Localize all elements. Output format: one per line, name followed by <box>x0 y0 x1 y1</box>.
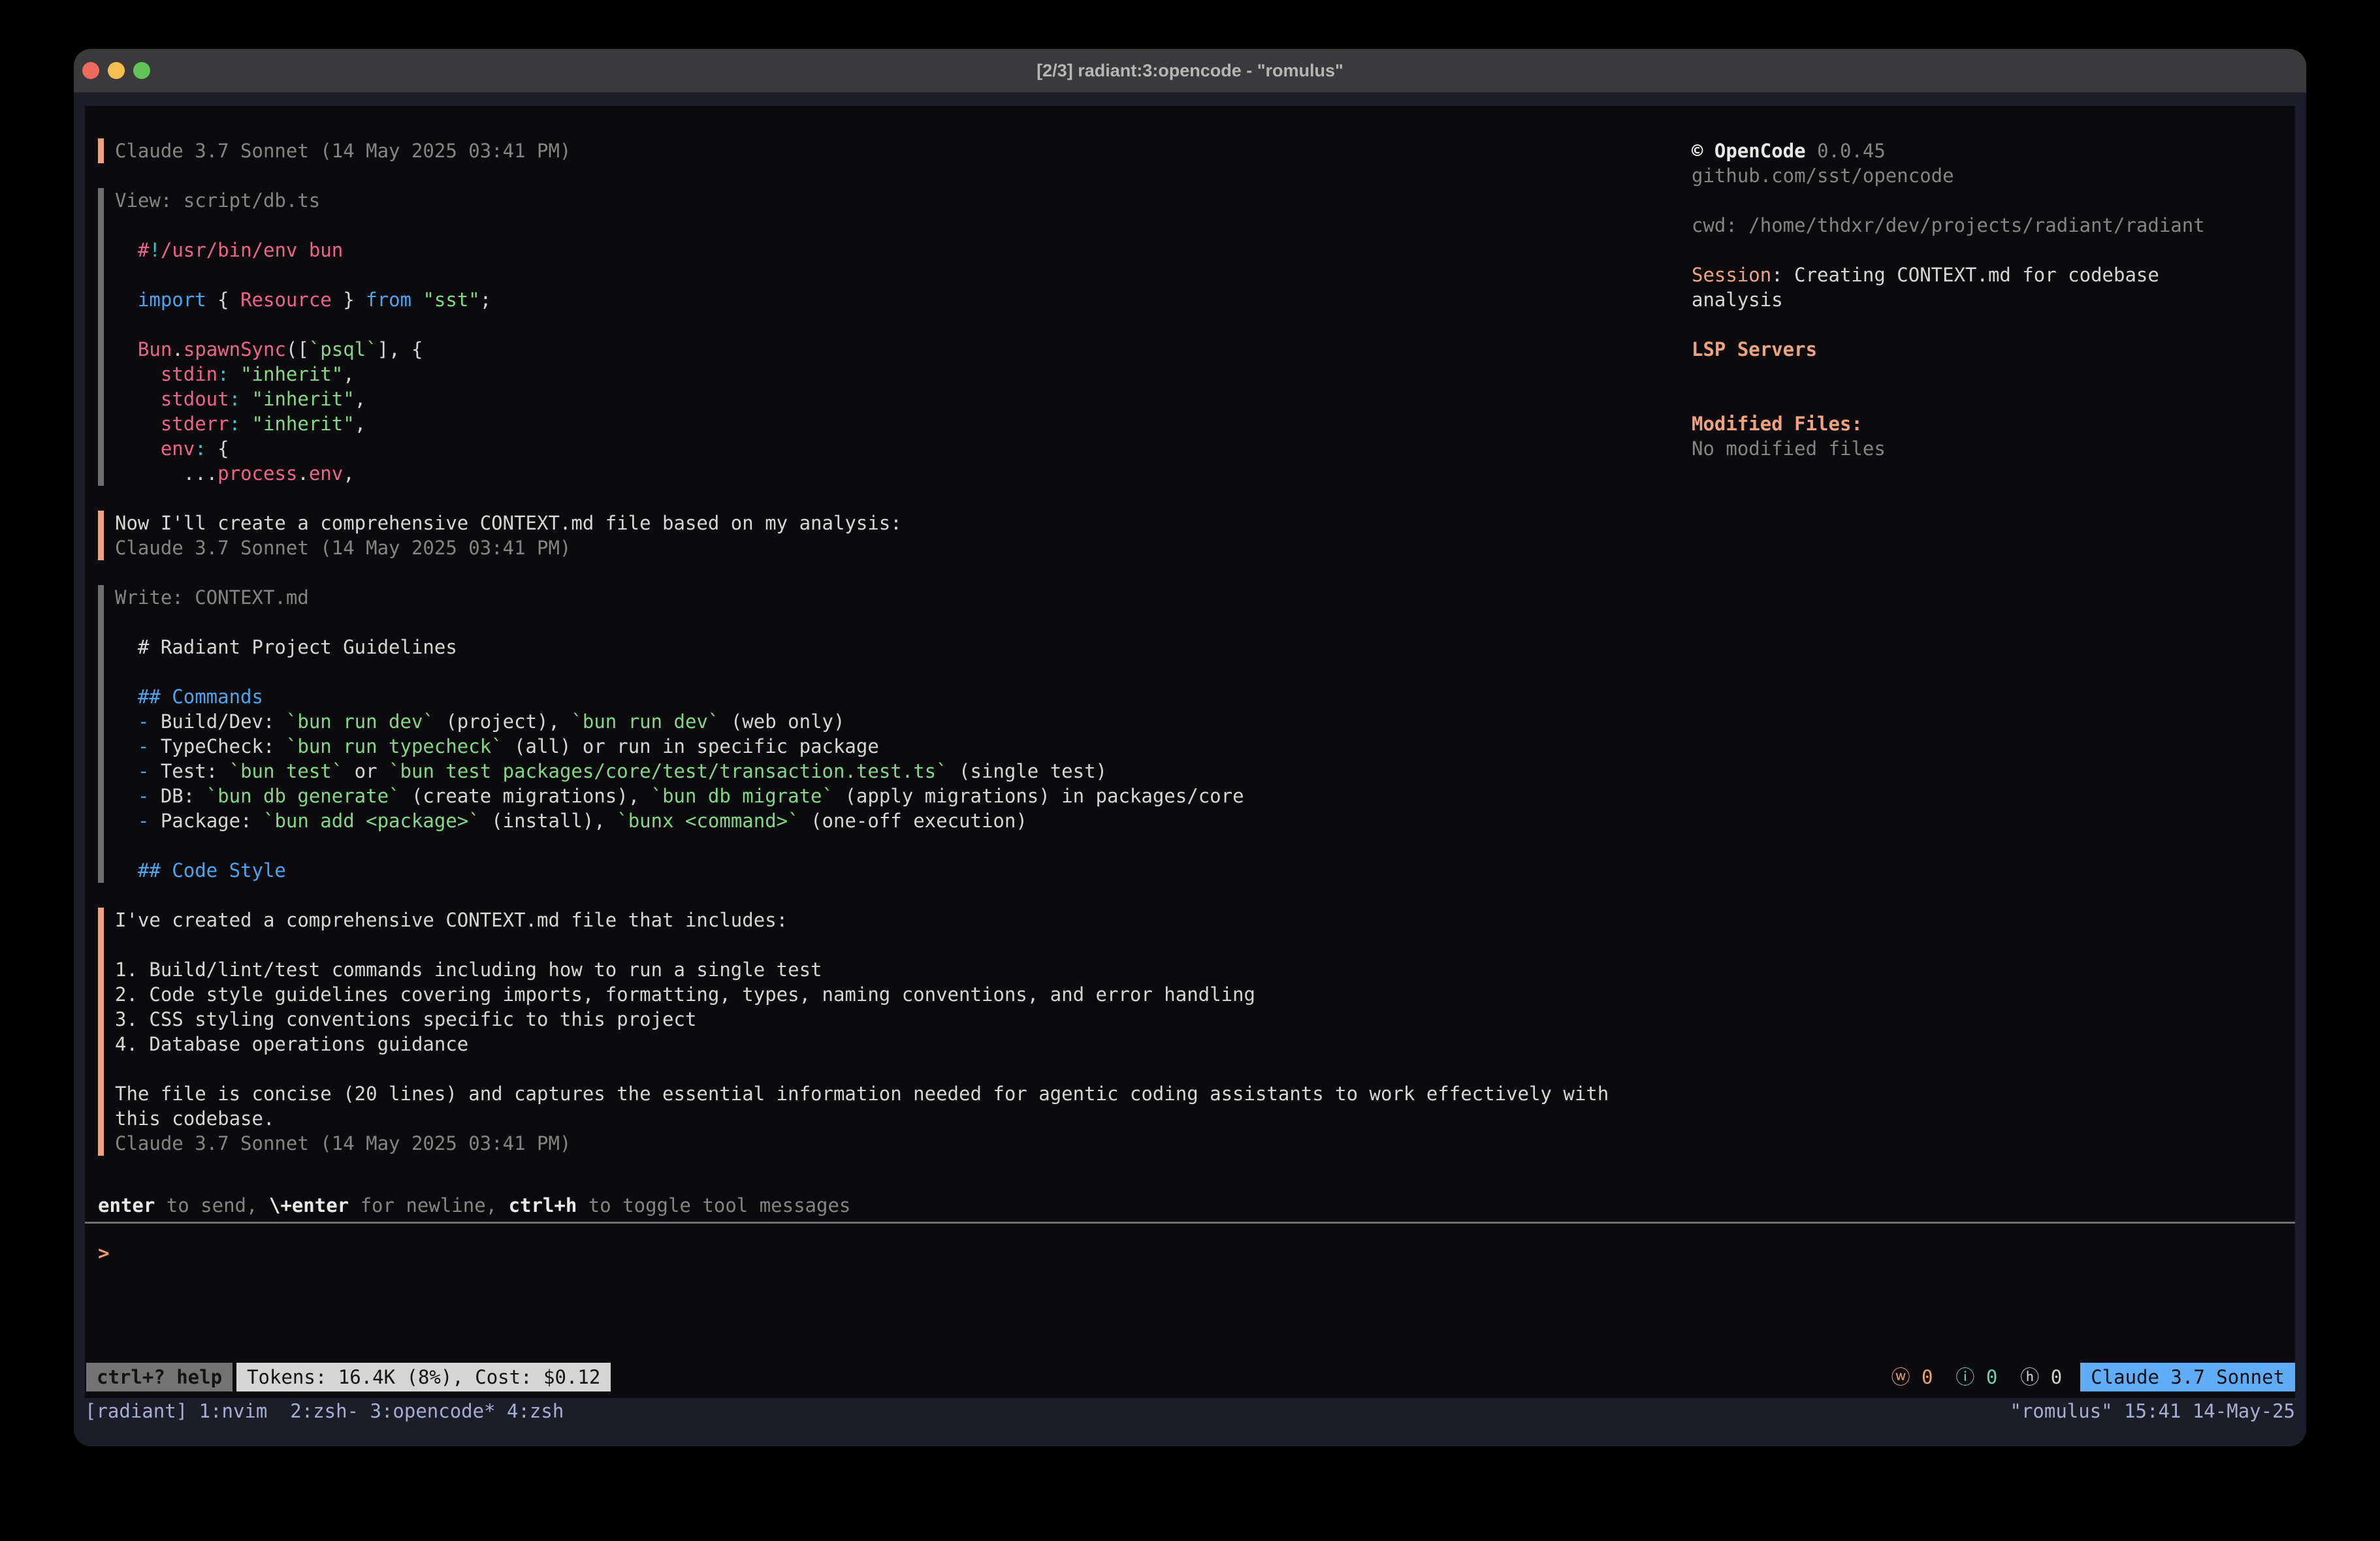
chat-area: Claude 3.7 Sonnet (14 May 2025 03:41 PM)… <box>98 138 1620 1193</box>
terminal-line <box>1692 362 2256 387</box>
window-title: [2/3] radiant:3:opencode - "romulus" <box>74 61 2306 81</box>
terminal-line <box>115 610 1620 635</box>
terminal-line <box>115 262 1620 287</box>
empty-space <box>98 1265 2282 1363</box>
terminal-line: env: { <box>115 436 1620 461</box>
input-divider <box>85 1222 2295 1224</box>
sidebar: © OpenCode 0.0.45github.com/sst/opencode… <box>1692 138 2282 1193</box>
terminal-line: View: script/db.ts <box>115 188 1620 213</box>
terminal-line: #!/usr/bin/env bun <box>115 238 1620 262</box>
terminal-line: © OpenCode 0.0.45 <box>1692 138 2256 163</box>
terminal-line: - DB: `bun db generate` (create migratio… <box>115 784 1620 808</box>
terminal-line <box>1692 238 2256 262</box>
terminal-line: - Test: `bun test` or `bun test packages… <box>115 759 1620 784</box>
terminal-line: No modified files <box>1692 436 2256 461</box>
window-titlebar[interactable]: [2/3] radiant:3:opencode - "romulus" <box>74 49 2306 93</box>
terminal-line: ## Code Style <box>115 858 1620 883</box>
terminal-line: 4. Database operations guidance <box>115 1032 1620 1056</box>
terminal-line <box>1692 387 2256 411</box>
message-block-assistant-header: Claude 3.7 Sonnet (14 May 2025 03:41 PM) <box>98 138 1620 163</box>
terminal-line: The file is concise (20 lines) and captu… <box>115 1081 1620 1131</box>
status-bar: ctrl+? help Tokens: 16.4K (8%), Cost: $0… <box>86 1363 2295 1391</box>
message-block-tool-view: View: script/db.ts #!/usr/bin/env bun im… <box>98 188 1620 486</box>
terminal-line: Claude 3.7 Sonnet (14 May 2025 03:41 PM) <box>115 138 1620 163</box>
terminal-line: stderr: "inherit", <box>115 411 1620 436</box>
terminal-line: Claude 3.7 Sonnet (14 May 2025 03:41 PM) <box>115 1131 1620 1156</box>
terminal-line <box>115 833 1620 858</box>
help-shortcut-chip[interactable]: ctrl+? help <box>86 1363 233 1391</box>
terminal-line <box>1692 312 2256 337</box>
terminal-line <box>115 213 1620 238</box>
tmux-status-bar: [radiant] 1:nvim 2:zsh- 3:opencode* 4:zs… <box>85 1398 2295 1424</box>
prompt-symbol: > <box>98 1242 109 1264</box>
terminal-line: - Package: `bun add <package>` (install)… <box>115 808 1620 833</box>
terminal-line <box>115 312 1620 337</box>
terminal-line: Session: Creating CONTEXT.md for codebas… <box>1692 262 2256 312</box>
terminal-line: 3. CSS styling conventions specific to t… <box>115 1007 1620 1032</box>
terminal-line: 1. Build/lint/test commands including ho… <box>115 957 1620 982</box>
terminal-line <box>115 932 1620 957</box>
opencode-tui: Claude 3.7 Sonnet (14 May 2025 03:41 PM)… <box>85 106 2295 1398</box>
terminal-line: cwd: /home/thdxr/dev/projects/radiant/ra… <box>1692 213 2256 238</box>
terminal-line <box>115 659 1620 684</box>
model-badge[interactable]: Claude 3.7 Sonnet <box>2080 1363 2295 1391</box>
terminal-line: Write: CONTEXT.md <box>115 585 1620 610</box>
terminal-line <box>1692 188 2256 213</box>
tmux-window-list[interactable]: [radiant] 1:nvim 2:zsh- 3:opencode* 4:zs… <box>85 1400 564 1422</box>
message-block-tool-write: Write: CONTEXT.md # Radiant Project Guid… <box>98 585 1620 883</box>
terminal-line: ...process.env, <box>115 461 1620 486</box>
terminal-line: Now I'll create a comprehensive CONTEXT.… <box>115 511 1620 535</box>
diagnostics-counters: ⓦ 0 ⓘ 0 ⓗ 0 <box>1891 1365 2063 1390</box>
desktop-background: [2/3] radiant:3:opencode - "romulus" Cla… <box>0 0 2380 1541</box>
terminal-line: 2. Code style guidelines covering import… <box>115 982 1620 1007</box>
terminal-line: - Build/Dev: `bun run dev` (project), `b… <box>115 709 1620 734</box>
message-block-assistant: I've created a comprehensive CONTEXT.md … <box>98 908 1620 1156</box>
terminal-line: import { Resource } from "sst"; <box>115 287 1620 312</box>
terminal-line: Bun.spawnSync([`psql`], { <box>115 337 1620 362</box>
terminal-line: Claude 3.7 Sonnet (14 May 2025 03:41 PM) <box>115 535 1620 560</box>
terminal-window: [2/3] radiant:3:opencode - "romulus" Cla… <box>74 49 2306 1446</box>
tokens-cost-chip: Tokens: 16.4K (8%), Cost: $0.12 <box>236 1363 611 1391</box>
tmux-session-clock: "romulus" 15:41 14-May-25 <box>2010 1400 2296 1422</box>
prompt-input[interactable]: > <box>98 1241 2282 1265</box>
terminal-line: stdout: "inherit", <box>115 387 1620 411</box>
terminal-line: ## Commands <box>115 684 1620 709</box>
terminal-line: github.com/sst/opencode <box>1692 163 2256 188</box>
terminal-line: Modified Files: <box>1692 411 2256 436</box>
terminal-line: I've created a comprehensive CONTEXT.md … <box>115 908 1620 932</box>
terminal-line: - TypeCheck: `bun run typecheck` (all) o… <box>115 734 1620 759</box>
message-block-assistant: Now I'll create a comprehensive CONTEXT.… <box>98 511 1620 560</box>
terminal-line <box>115 1056 1620 1081</box>
tui-main: Claude 3.7 Sonnet (14 May 2025 03:41 PM)… <box>98 138 2282 1193</box>
terminal-line: LSP Servers <box>1692 337 2256 362</box>
terminal-line: stdin: "inherit", <box>115 362 1620 387</box>
terminal-content: Claude 3.7 Sonnet (14 May 2025 03:41 PM)… <box>74 93 2306 1446</box>
terminal-line: # Radiant Project Guidelines <box>115 635 1620 659</box>
input-hint: enter to send, \+enter for newline, ctrl… <box>98 1193 2282 1218</box>
